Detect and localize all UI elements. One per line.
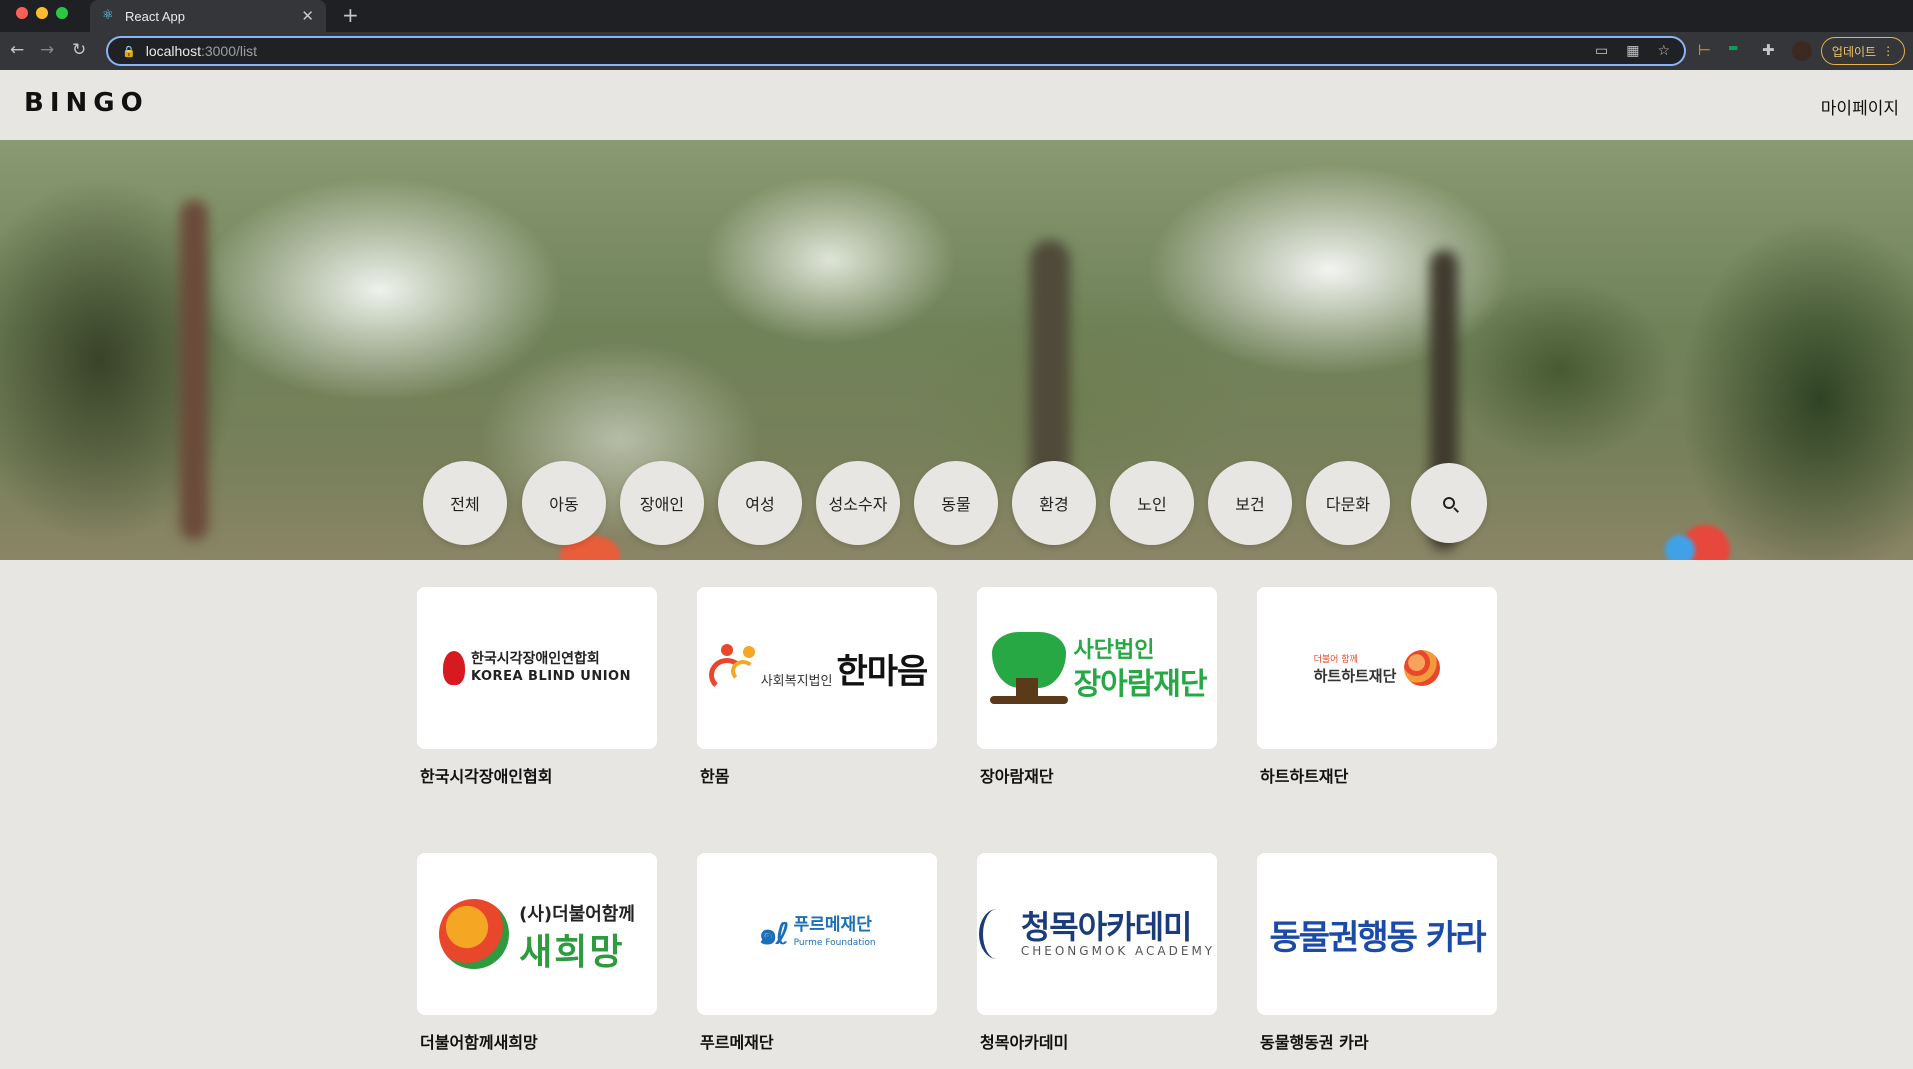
- people-logo-mark: [707, 644, 757, 692]
- search-button[interactable]: [1411, 463, 1487, 543]
- org-card[interactable]: 사단법인 장아람재단 장아람재단: [977, 587, 1217, 787]
- org-card[interactable]: 한국시각장애인연합회 KOREA BLIND UNION 한국시각장애인협회: [417, 587, 657, 787]
- category-filter-bar: 전체 아동 장애인 여성 성소수자 동물 환경 노인 보건 다문화: [0, 461, 1913, 545]
- address-bar[interactable]: 🔒 localhost:3000/list ▭ ▦ ☆: [106, 36, 1686, 66]
- new-tab-icon[interactable]: +: [342, 3, 359, 27]
- url-text: localhost:3000/list: [145, 43, 258, 59]
- org-name: 하트하트재단: [1260, 767, 1349, 786]
- site-logo[interactable]: BINGO: [24, 88, 149, 118]
- org-name: 푸르메재단: [700, 1033, 774, 1052]
- org-name: 한국시각장애인협회: [420, 767, 553, 786]
- org-name: 청목아카데미: [980, 1033, 1069, 1052]
- category-environment[interactable]: 환경: [1012, 461, 1096, 545]
- org-card[interactable]: 동물권행동 카라 동물행동권 카라: [1257, 853, 1497, 1053]
- cheongmok-logo-mark: [978, 909, 1015, 959]
- org-card[interactable]: 더불어 함께 하트하트재단 하트하트재단: [1257, 587, 1497, 787]
- org-logo: 사회복지법인 한마음: [697, 587, 937, 749]
- extension-flag-icon[interactable]: ⊢: [1698, 41, 1711, 59]
- category-multicultural[interactable]: 다문화: [1306, 461, 1390, 545]
- update-button[interactable]: 업데이트 ⋮: [1821, 37, 1905, 65]
- sun-logo-mark: [439, 899, 510, 969]
- org-name: 동물행동권 카라: [1260, 1033, 1369, 1052]
- category-disabled[interactable]: 장애인: [620, 461, 704, 545]
- org-logo: ๑ℓ 푸르메재단 Purme Foundation: [697, 853, 937, 1015]
- org-logo: (사)더불어함께 새희망: [417, 853, 657, 1015]
- category-women[interactable]: 여성: [718, 461, 802, 545]
- org-logo: 청목아카데미 CHEONGMOK ACADEMY: [977, 853, 1217, 1015]
- category-health[interactable]: 보건: [1208, 461, 1292, 545]
- react-icon: ⚛: [102, 8, 114, 23]
- mypage-link[interactable]: 마이페이지: [1821, 94, 1899, 119]
- organization-grid: 한국시각장애인연합회 KOREA BLIND UNION 한국시각장애인협회 사…: [0, 560, 1913, 1069]
- search-icon: [1443, 497, 1455, 509]
- tab-title: React App: [125, 8, 185, 24]
- purme-logo-mark: ๑ℓ: [758, 916, 789, 952]
- org-card[interactable]: 청목아카데미 CHEONGMOK ACADEMY 청목아카데미: [977, 853, 1217, 1053]
- category-animals[interactable]: 동물: [914, 461, 998, 545]
- category-elderly[interactable]: 노인: [1110, 461, 1194, 545]
- org-card[interactable]: (사)더불어함께 새희망 더불어함께새희망: [417, 853, 657, 1053]
- heart-ball-logo-mark: [1404, 650, 1441, 686]
- extensions-puzzle-icon[interactable]: ✚: [1762, 41, 1775, 59]
- org-card[interactable]: 사회복지법인 한마음 한몸: [697, 587, 937, 787]
- org-logo: 한국시각장애인연합회 KOREA BLIND UNION: [417, 587, 657, 749]
- more-menu-icon: ⋮: [1882, 44, 1895, 58]
- forward-arrow-icon[interactable]: →: [40, 40, 54, 60]
- browser-toolbar: ← → ↻ 🔒 localhost:3000/list ▭ ▦ ☆ ⊢ ▬ ✚: [0, 32, 1913, 70]
- org-name: 더불어함께새희망: [420, 1033, 538, 1052]
- close-tab-icon[interactable]: ✕: [301, 7, 314, 25]
- org-name: 장아람재단: [980, 767, 1054, 786]
- close-window-button[interactable]: [16, 7, 28, 19]
- minimize-window-button[interactable]: [36, 7, 48, 19]
- profile-avatar[interactable]: [1792, 41, 1812, 61]
- maximize-window-button[interactable]: [56, 7, 68, 19]
- reload-icon[interactable]: ↻: [72, 40, 86, 60]
- org-logo: 동물권행동 카라: [1257, 853, 1497, 1015]
- lock-icon: 🔒: [122, 44, 136, 58]
- browser-tab-bar: ⚛ React App ✕ +: [0, 0, 1913, 32]
- bookmark-star-icon[interactable]: ☆: [1657, 43, 1670, 59]
- org-card[interactable]: ๑ℓ 푸르메재단 Purme Foundation 푸르메재단: [697, 853, 937, 1053]
- org-logo: 사단법인 장아람재단: [977, 587, 1217, 749]
- extension-battery-icon[interactable]: ▬: [1728, 41, 1738, 54]
- category-children[interactable]: 아동: [522, 461, 606, 545]
- site-header: BINGO 마이페이지: [0, 70, 1913, 140]
- org-name: 한몸: [700, 767, 730, 786]
- cast-icon[interactable]: ▭: [1595, 43, 1608, 59]
- org-logo: 더불어 함께 하트하트재단: [1257, 587, 1497, 749]
- qr-icon[interactable]: ▦: [1626, 43, 1639, 59]
- browser-tab[interactable]: ⚛ React App ✕: [90, 0, 326, 32]
- tree-logo-mark: [988, 632, 1070, 704]
- back-arrow-icon[interactable]: ←: [10, 40, 24, 60]
- category-all[interactable]: 전체: [423, 461, 507, 545]
- category-sexual-minority[interactable]: 성소수자: [816, 461, 900, 545]
- kbu-logo-mark: [443, 651, 466, 685]
